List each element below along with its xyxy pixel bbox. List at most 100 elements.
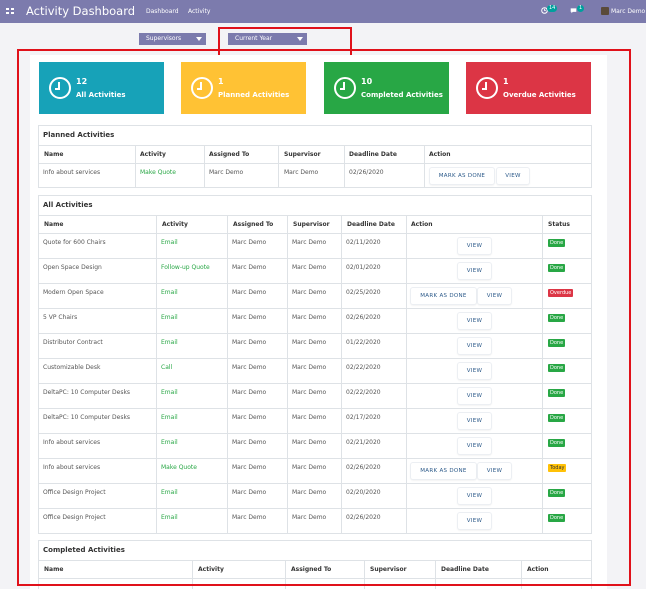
mark-as-done-button[interactable]: MARK AS DONE — [411, 463, 476, 479]
cell-activity: Email — [161, 289, 178, 296]
cell-deadline: 02/21/2020 — [346, 439, 381, 446]
view-button[interactable]: VIEW — [458, 438, 491, 454]
cell-deadline: 02/11/2020 — [346, 239, 381, 246]
kpi-count: 1 — [503, 77, 509, 86]
supervisors-dropdown[interactable]: Supervisors — [139, 33, 206, 45]
view-button[interactable]: VIEW — [458, 363, 491, 379]
cell-assigned: Marc Demo — [232, 264, 267, 271]
cell-name: Office Design Project — [43, 489, 106, 496]
view-button[interactable]: VIEW — [458, 388, 491, 404]
view-button[interactable]: VIEW — [458, 263, 491, 279]
col-header: Deadline Date — [441, 566, 489, 573]
status-badge: Today — [548, 464, 567, 472]
message-count-badge: 1 — [577, 5, 585, 12]
col-header: Activity — [198, 566, 224, 573]
status-badge: Done — [548, 414, 566, 422]
cell-deadline: 01/22/2020 — [346, 339, 381, 346]
status-badge: Done — [548, 439, 566, 447]
col-header: Name — [44, 221, 64, 228]
cell-name: Info about services — [43, 439, 101, 446]
cell-deadline: 02/26/2020 — [346, 514, 381, 521]
view-button[interactable]: VIEW — [458, 238, 491, 254]
cell-supervisor: Marc Demo — [292, 314, 327, 321]
cell-supervisor: Marc Demo — [292, 414, 327, 421]
view-button[interactable]: VIEW — [478, 288, 511, 304]
status-badge: Done — [548, 514, 566, 522]
cell-name: Modern Open Space — [43, 289, 104, 296]
view-button[interactable]: VIEW — [458, 413, 491, 429]
clock-icon — [476, 77, 498, 99]
cell-supervisor: Marc Demo — [292, 239, 327, 246]
col-header: Assigned To — [233, 221, 274, 228]
mark-as-done-button[interactable]: MARK AS DONE — [430, 168, 494, 184]
view-button[interactable]: VIEW — [458, 338, 491, 354]
cell-supervisor: Marc Demo — [292, 264, 327, 271]
cell-activity: Email — [161, 239, 178, 246]
col-header: Action — [411, 221, 433, 228]
col-header: Action — [429, 151, 451, 158]
view-button[interactable]: VIEW — [458, 513, 491, 529]
status-badge: Done — [548, 389, 566, 397]
status-badge: Done — [548, 339, 566, 347]
chat-icon[interactable] — [570, 7, 577, 14]
cell-deadline: 02/22/2020 — [346, 389, 381, 396]
completed-activities-title: Completed Activities — [43, 546, 125, 554]
cell-activity: Make Quote — [140, 169, 176, 176]
cell-assigned: Marc Demo — [232, 339, 267, 346]
kpi-planned-activities[interactable]: 1 Planned Activities — [181, 62, 306, 114]
cell-name: DeltaPC: 10 Computer Desks — [43, 389, 131, 396]
col-header: Deadline Date — [347, 221, 395, 228]
status-badge: Done — [548, 264, 566, 272]
cell-assigned: Marc Demo — [232, 414, 267, 421]
status-badge: Done — [548, 239, 566, 247]
apps-menu-icon[interactable] — [6, 8, 14, 14]
cell-supervisor: Marc Demo — [292, 389, 327, 396]
cell-activity: Email — [161, 339, 178, 346]
clock-icon — [334, 77, 356, 99]
menu-dashboard[interactable]: Dashboard — [146, 8, 179, 15]
cell-supervisor: Marc Demo — [284, 169, 319, 176]
cell-supervisor: Marc Demo — [292, 364, 327, 371]
supervisors-dropdown-label: Supervisors — [146, 35, 182, 42]
menu-activity[interactable]: Activity — [188, 8, 210, 15]
cell-assigned: Marc Demo — [232, 239, 267, 246]
cell-assigned: Marc Demo — [232, 439, 267, 446]
cell-supervisor: Marc Demo — [292, 514, 327, 521]
cell-supervisor: Marc Demo — [292, 464, 327, 471]
cell-deadline: 02/26/2020 — [349, 169, 384, 176]
kpi-overdue-activities[interactable]: 1 Overdue Activities — [466, 62, 591, 114]
cell-name: DeltaPC: 10 Computer Desks — [43, 414, 131, 421]
view-button[interactable]: VIEW — [497, 168, 529, 184]
view-button[interactable]: VIEW — [458, 488, 491, 504]
cell-activity: Email — [161, 314, 178, 321]
cell-name: 5 VP Chairs — [43, 314, 78, 321]
cell-supervisor: Marc Demo — [292, 439, 327, 446]
col-header: Deadline Date — [349, 151, 397, 158]
cell-activity: Make Quote — [161, 464, 197, 471]
activity-count-badge: 14 — [547, 5, 558, 12]
cell-name: Customizable Desk — [43, 364, 101, 371]
cell-assigned: Marc Demo — [232, 464, 267, 471]
kpi-completed-activities[interactable]: 10 Completed Activities — [324, 62, 449, 114]
col-header: Status — [548, 221, 570, 228]
planned-activities-title: Planned Activities — [43, 131, 115, 139]
all-activities-title: All Activities — [43, 201, 93, 209]
cell-assigned: Marc Demo — [232, 364, 267, 371]
caret-down-icon — [297, 37, 303, 41]
cell-activity: Email — [161, 489, 178, 496]
app-title: Activity Dashboard — [26, 4, 136, 18]
period-dropdown[interactable]: Current Year — [228, 33, 307, 45]
cell-assigned: Marc Demo — [232, 314, 267, 321]
user-name[interactable]: Marc Demo — [611, 8, 645, 15]
view-button[interactable]: VIEW — [478, 463, 511, 479]
mark-as-done-button[interactable]: MARK AS DONE — [411, 288, 476, 304]
view-button[interactable]: VIEW — [458, 313, 491, 329]
col-header: Activity — [162, 221, 188, 228]
col-header: Name — [44, 566, 64, 573]
col-header: Name — [44, 151, 64, 158]
status-badge: Done — [548, 314, 566, 322]
user-avatar[interactable] — [601, 7, 609, 15]
cell-deadline: 02/25/2020 — [346, 289, 381, 296]
kpi-all-activities[interactable]: 12 All Activities — [39, 62, 164, 114]
cell-assigned: Marc Demo — [232, 289, 267, 296]
